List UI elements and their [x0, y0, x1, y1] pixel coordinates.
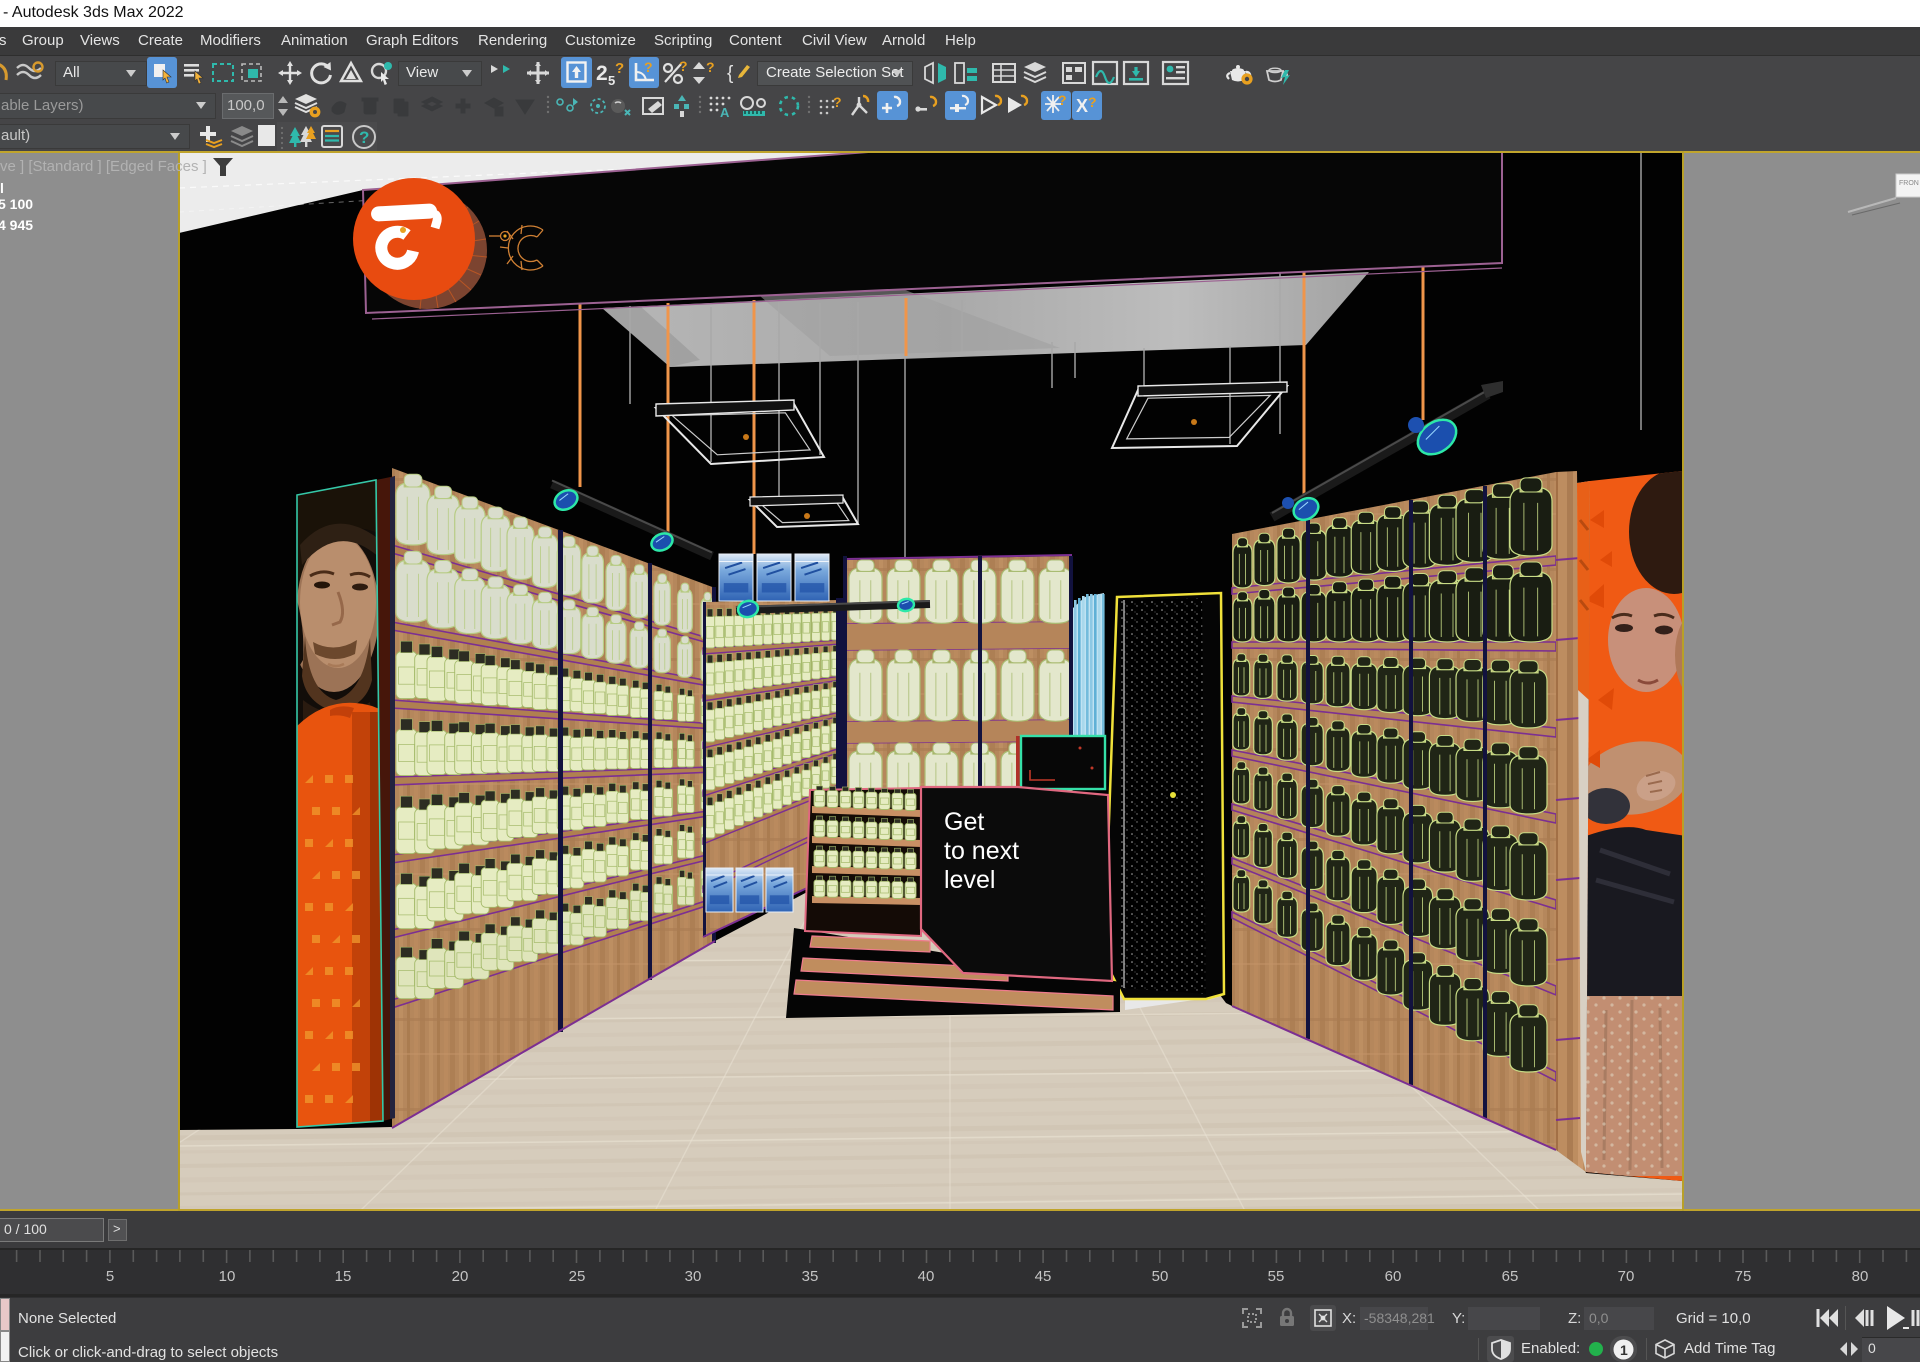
- svg-text:65: 65: [1502, 1268, 1519, 1285]
- svg-text:to next: to next: [944, 837, 1019, 865]
- svg-text:50: 50: [1152, 1268, 1169, 1285]
- svg-text:60: 60: [1385, 1268, 1402, 1285]
- svg-text:55: 55: [1268, 1268, 1285, 1285]
- svg-text:?: ?: [1058, 92, 1067, 108]
- svg-text:l: l: [0, 180, 4, 196]
- svg-text:level: level: [944, 866, 995, 894]
- svg-text:70: 70: [1618, 1268, 1635, 1285]
- svg-text:?: ?: [644, 60, 653, 75]
- svg-text:FRON: FRON: [1899, 180, 1919, 187]
- svg-text:75: 75: [1735, 1268, 1752, 1285]
- svg-text:ve ] [Standard ] [Edged Face: ve ] [Standard ] [Edged Faces ]: [0, 158, 207, 175]
- svg-text:20: 20: [452, 1268, 469, 1285]
- svg-text:80: 80: [1852, 1268, 1869, 1285]
- svg-text:30: 30: [685, 1268, 702, 1285]
- svg-text:?: ?: [1088, 94, 1097, 110]
- svg-text:?: ?: [833, 94, 842, 110]
- svg-text:5 100: 5 100: [0, 196, 33, 212]
- svg-text:25: 25: [569, 1268, 586, 1285]
- svg-text:35: 35: [802, 1268, 819, 1285]
- svg-text:?: ?: [679, 59, 688, 74]
- svg-text:15: 15: [335, 1268, 352, 1285]
- svg-text:5: 5: [106, 1268, 114, 1285]
- svg-text:45: 45: [1035, 1268, 1052, 1285]
- svg-text:X: X: [1076, 96, 1088, 116]
- svg-text:?: ?: [615, 60, 624, 77]
- svg-text:10: 10: [219, 1268, 236, 1285]
- svg-text:2: 2: [596, 62, 608, 85]
- svg-text:?: ?: [706, 59, 715, 75]
- svg-text:Get: Get: [944, 808, 984, 836]
- svg-text:{: {: [727, 63, 734, 84]
- svg-text:40: 40: [918, 1268, 935, 1285]
- svg-text:1: 1: [1620, 1342, 1628, 1358]
- svg-text:A: A: [720, 105, 730, 119]
- svg-text:4 945: 4 945: [0, 217, 33, 233]
- svg-text:?: ?: [359, 128, 369, 147]
